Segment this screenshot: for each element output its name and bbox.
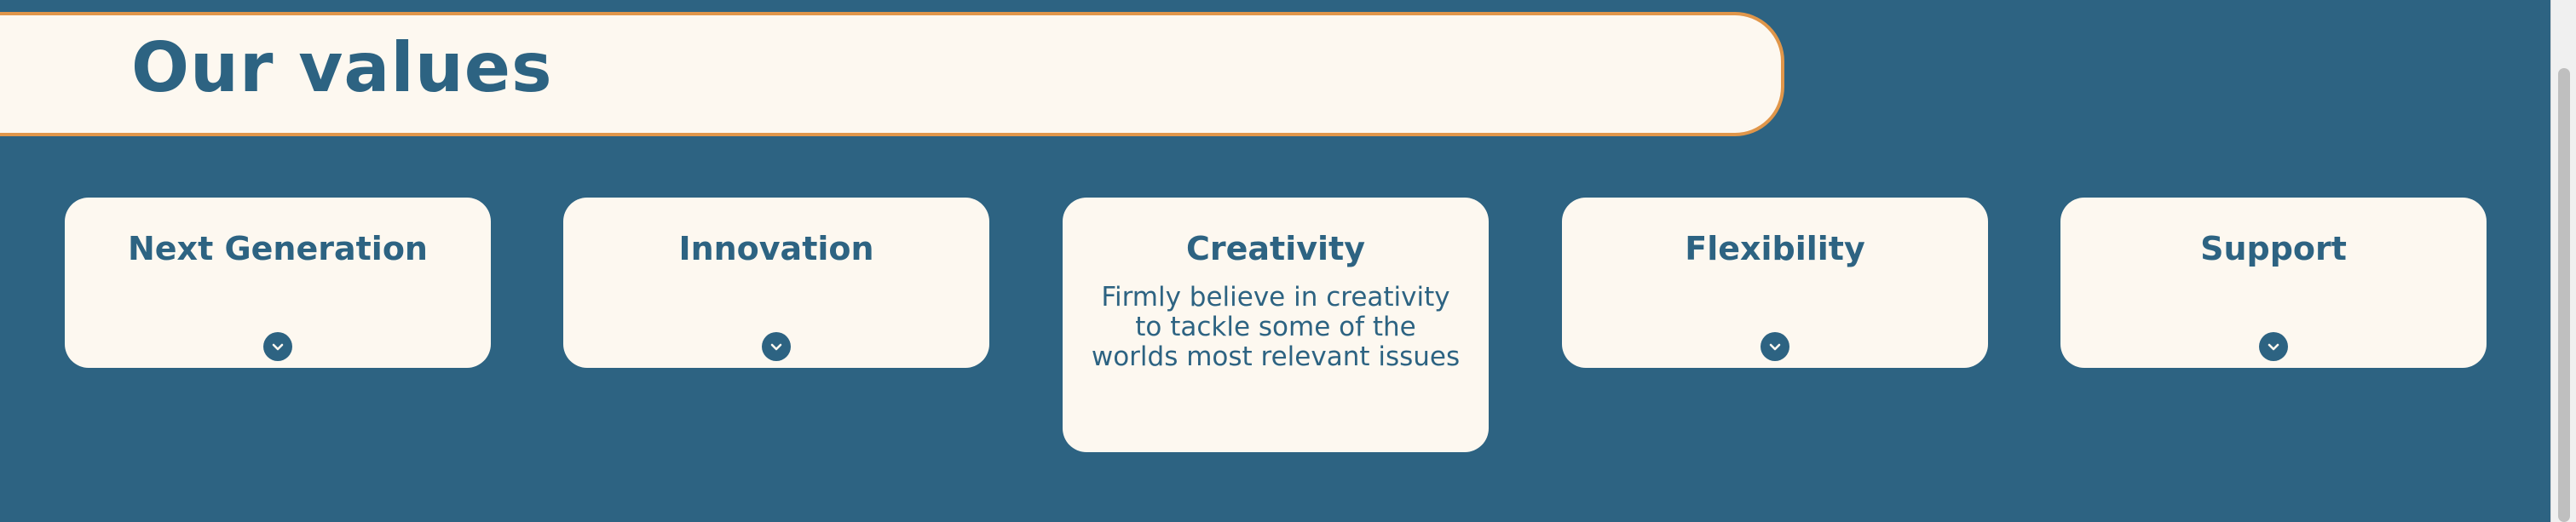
section-title: Our values bbox=[131, 28, 553, 107]
values-section: Our values Next Generation Innovation Cr… bbox=[0, 0, 2576, 522]
value-card-creativity[interactable]: Creativity Firmly believe in creativity … bbox=[1063, 198, 1489, 452]
value-card-description: Firmly believe in creativity to tackle s… bbox=[1091, 282, 1461, 372]
expand-toggle-button[interactable] bbox=[2259, 332, 2288, 361]
expand-toggle-button[interactable] bbox=[1761, 332, 1789, 361]
value-card-title: Flexibility bbox=[1685, 230, 1865, 267]
value-card-flexibility[interactable]: Flexibility bbox=[1562, 198, 1988, 368]
vertical-scrollbar[interactable] bbox=[2550, 0, 2576, 522]
value-card-innovation[interactable]: Innovation bbox=[563, 198, 989, 368]
expand-toggle-button[interactable] bbox=[762, 332, 791, 361]
value-card-title: Creativity bbox=[1186, 230, 1365, 267]
chevron-down-icon bbox=[272, 343, 284, 351]
title-banner: Our values bbox=[0, 12, 1784, 136]
value-card-title: Support bbox=[2200, 230, 2347, 267]
expand-toggle-button[interactable] bbox=[263, 332, 292, 361]
value-card-title: Next Generation bbox=[127, 230, 428, 267]
value-card-title: Innovation bbox=[678, 230, 874, 267]
chevron-down-icon bbox=[1769, 343, 1781, 351]
chevron-down-icon bbox=[770, 343, 782, 351]
value-card-support[interactable]: Support bbox=[2060, 198, 2487, 368]
chevron-down-icon bbox=[2268, 343, 2279, 351]
value-card-next-generation[interactable]: Next Generation bbox=[65, 198, 491, 368]
scrollbar-thumb[interactable] bbox=[2558, 68, 2570, 522]
